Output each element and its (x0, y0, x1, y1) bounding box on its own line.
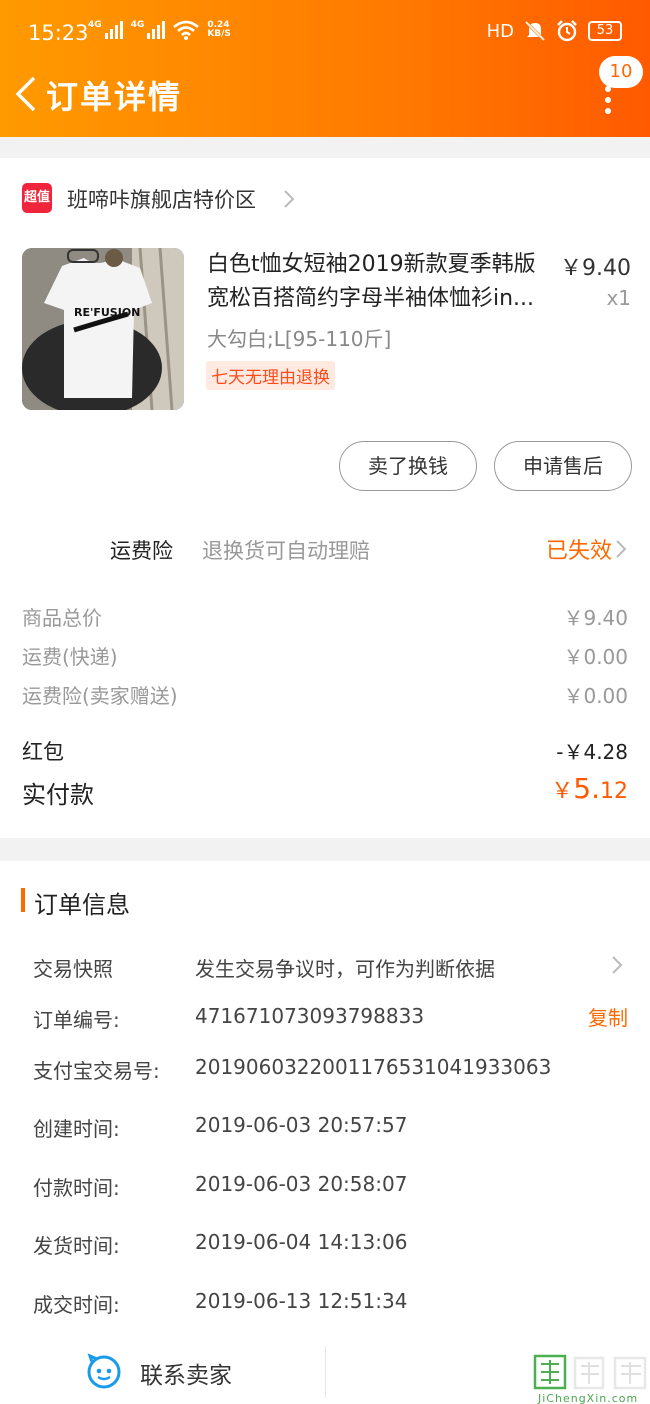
status-time: 15:23 (28, 21, 89, 45)
red-packet-value: -￥4.28 (556, 740, 628, 764)
paid-decimal: 12 (600, 779, 628, 804)
paid-amount-value: ￥5.12 (551, 772, 628, 805)
product-image[interactable]: RE'FUSION (22, 248, 184, 410)
shipping-label: 运费(快递) (22, 645, 118, 669)
order-items-card: 超值 班啼咔旗舰店特价区 RE'FUSION 白色t恤女短袖2019新款夏季韩版… (0, 158, 650, 838)
status-right: HD 53 (487, 20, 622, 42)
header: 15:23 4G 4G 0.24 KB/S HD 53 订单详情 10 (0, 0, 650, 137)
sell-button[interactable]: 卖了换钱 (339, 441, 477, 491)
network-type-1: 4G (88, 20, 102, 30)
paid-time-value: 2019-06-03 20:58:07 (195, 1172, 408, 1196)
chevron-right-icon[interactable] (614, 538, 628, 560)
store-name-link[interactable]: 班啼咔旗舰店特价区 (67, 184, 256, 214)
red-packet-row: 红包 -￥4.28 (22, 736, 628, 766)
insurance-fee-label: 运费险(卖家赠送) (22, 684, 178, 708)
wifi-icon (173, 20, 200, 40)
completed-time-label: 成交时间: (33, 1293, 120, 1317)
more-menu-icon[interactable] (596, 86, 620, 114)
order-number-value: 471671073093798833 (195, 1004, 425, 1028)
after-sales-button[interactable]: 申请售后 (494, 441, 632, 491)
message-count-badge[interactable]: 10 (599, 56, 643, 88)
copy-button[interactable]: 复制 (588, 1002, 628, 1031)
section-title: 订单信息 (34, 891, 130, 919)
shipping-insurance-desc: 退换货可自动理赔 (202, 539, 370, 563)
shipping-insurance-label: 运费险 (110, 539, 173, 563)
chevron-right-icon[interactable] (282, 188, 296, 210)
order-number-label: 订单编号: (33, 1008, 120, 1032)
paid-currency: ￥ (551, 779, 574, 804)
shipping-insurance-status[interactable]: 已失效 (546, 533, 612, 565)
section-accent-bar (21, 888, 25, 912)
status-bar: 15:23 4G 4G 0.24 KB/S HD 53 (0, 16, 650, 50)
shipped-time-value: 2019-06-04 14:13:06 (195, 1230, 408, 1254)
chevron-right-icon[interactable] (610, 954, 624, 976)
bottom-divider (325, 1346, 326, 1398)
goods-total-value: ￥9.40 (563, 606, 628, 630)
completed-time-value: 2019-06-13 12:51:34 (195, 1289, 408, 1313)
insurance-fee-value: ￥0.00 (563, 684, 628, 708)
alipay-number-value: 2019060322001176531041933063 (195, 1055, 552, 1079)
insurance-fee-row: 运费险(卖家赠送) ￥0.00 (22, 680, 628, 709)
watermark-text: JiChengXin.com (538, 1392, 639, 1404)
created-time-label: 创建时间: (33, 1117, 120, 1141)
shipping-value: ￥0.00 (563, 645, 628, 669)
hd-indicator: HD (486, 20, 514, 42)
red-packet-label: 红包 (22, 740, 64, 764)
mute-icon (524, 20, 546, 42)
contact-seller-button[interactable]: 联系卖家 (140, 1356, 232, 1390)
created-time-value: 2019-06-03 20:57:57 (195, 1113, 408, 1137)
network-type-2: 4G (130, 20, 145, 30)
product-quantity: x1 (606, 286, 631, 310)
goods-total-label: 商品总价 (22, 606, 102, 630)
product-image-text: RE'FUSION (74, 306, 140, 319)
page-title: 订单详情 (46, 78, 183, 116)
return-policy-tag: 七天无理由退换 (206, 361, 335, 390)
order-info-card: 订单信息 交易快照 发生交易争议时，可作为判断依据 订单编号: 47167107… (0, 861, 650, 1404)
network-speed: 0.24 KB/S (207, 21, 231, 39)
product-sku: 大勾白;L[95-110斤] (207, 327, 392, 351)
goods-total-row: 商品总价 ￥9.40 (22, 602, 628, 631)
back-arrow-icon[interactable] (12, 76, 40, 112)
paid-integer: 5. (573, 772, 600, 805)
snapshot-value: 发生交易争议时，可作为判断依据 (195, 957, 495, 981)
speed-unit: KB/S (207, 29, 231, 39)
paid-time-label: 付款时间: (33, 1176, 120, 1200)
network-indicators: 4G 4G 0.24 KB/S (88, 20, 231, 40)
chat-bot-icon[interactable] (86, 1353, 122, 1389)
alarm-icon (557, 20, 577, 42)
alipay-number-label: 支付宝交易号: (33, 1059, 160, 1083)
product-price: ￥9.40 (560, 256, 631, 281)
paid-amount-label: 实付款 (22, 781, 94, 809)
product-title[interactable]: 白色t恤女短袖2019新款夏季韩版宽松百搭简约字母半袖体恤衫in... (207, 248, 552, 316)
signal-icon: 4G (88, 21, 123, 39)
battery-icon: 53 (588, 21, 622, 41)
store-badge: 超值 (22, 183, 52, 213)
signal-icon-2: 4G (131, 21, 166, 39)
snapshot-label: 交易快照 (33, 957, 113, 981)
shipped-time-label: 发货时间: (33, 1234, 120, 1258)
shipping-row: 运费(快递) ￥0.00 (22, 641, 628, 670)
